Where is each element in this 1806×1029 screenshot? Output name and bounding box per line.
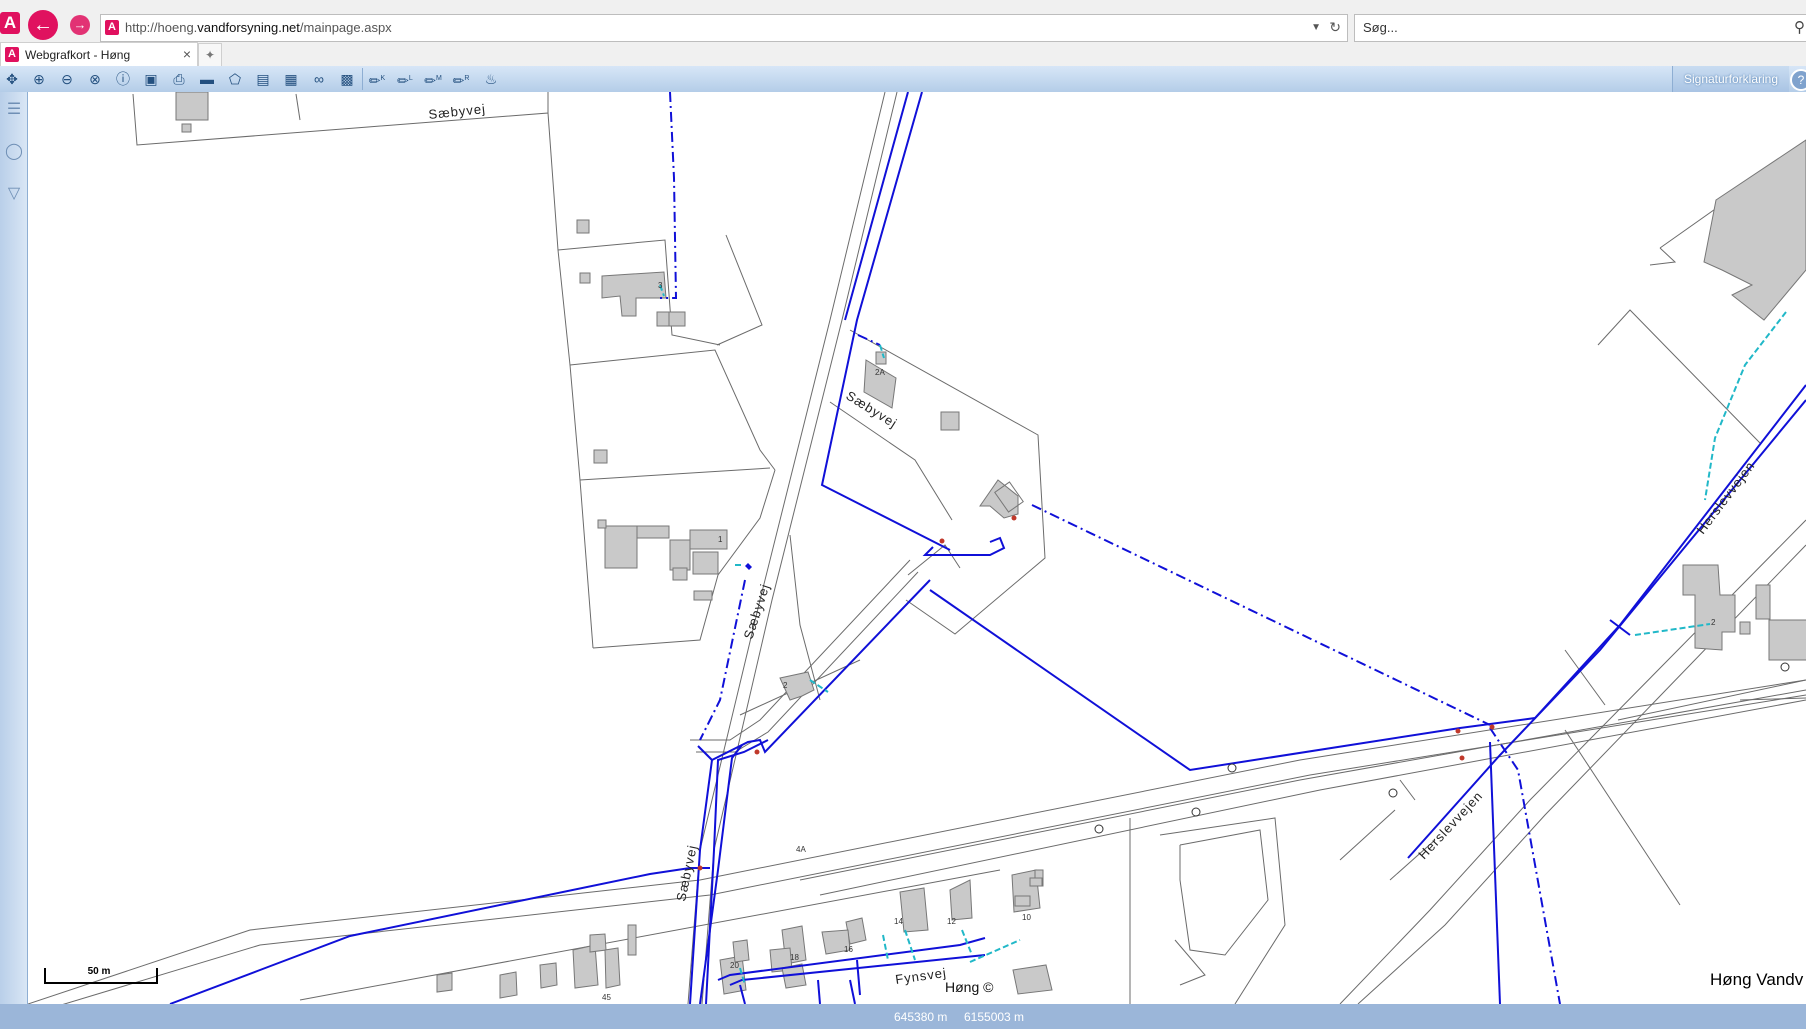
site-favicon-icon: A: [105, 20, 119, 35]
legend-button[interactable]: Signaturforklaring: [1672, 66, 1789, 92]
arrow-right-icon: →: [73, 17, 87, 32]
zoom-extent-icon[interactable]: ⊗: [84, 69, 106, 89]
save-icon[interactable]: ▦: [280, 69, 302, 89]
help-icon[interactable]: ?: [1790, 69, 1806, 91]
browser-logo-icon: A: [0, 12, 20, 34]
buildings: [175, 92, 1806, 999]
house-number: 18: [790, 953, 799, 962]
toolbar-separator: [362, 68, 363, 90]
pencil-k-icon[interactable]: ✏K: [366, 69, 388, 89]
road-label-fynsvej: Fynsvej: [894, 965, 947, 987]
pan-icon[interactable]: ✥: [1, 69, 23, 89]
back-button[interactable]: ←: [28, 10, 58, 40]
left-sidebar: ☰ ◯ ▽: [0, 92, 28, 1004]
service-lines: [659, 284, 1787, 986]
link-icon[interactable]: ∞: [308, 69, 330, 89]
house-number: 2: [1711, 618, 1716, 627]
browser-tab[interactable]: A Webgrafkort - Høng ×: [0, 42, 198, 67]
water-mains-dashdot: [660, 92, 1561, 1004]
search-icon[interactable]: ⚲: [1794, 18, 1805, 36]
dropdown-chevron-icon[interactable]: ▼: [1311, 22, 1321, 33]
measure-icon[interactable]: ▬: [196, 69, 218, 89]
print-icon[interactable]: ⎙: [168, 69, 190, 89]
map-toolbar: ✥ ⊕ ⊖ ⊗ ⓘ ▣ ⎙ ▬ ⬠ ▤ ▦ ∞ ▩ ✏K ✏L ✏M ✏R ♨: [0, 66, 1806, 93]
coordinate-x: 645380 m: [894, 1010, 948, 1024]
house-number: 1: [718, 535, 723, 544]
zoom-in-icon[interactable]: ⊕: [28, 69, 50, 89]
road-label-saebyvej-center: Sæbyvej: [741, 582, 773, 641]
select-icon[interactable]: ▣: [140, 69, 162, 89]
refresh-icon[interactable]: ↻: [1329, 19, 1341, 36]
clipboard-icon[interactable]: ▤: [252, 69, 274, 89]
close-icon[interactable]: ×: [183, 46, 191, 62]
arrow-left-icon: ←: [33, 14, 53, 36]
road-label-herslevvejen-top: Herslevvejen: [1693, 458, 1757, 537]
map-drawing: Sæbyvej Sæbyvej Sæbyvej Sæbyvej Herslevv…: [28, 92, 1806, 1004]
info-icon[interactable]: ⓘ: [112, 69, 134, 89]
house-number: 45: [602, 993, 611, 1002]
map-layer-icon[interactable]: ▩: [336, 69, 358, 89]
house-number: 16: [844, 945, 853, 954]
parcel-lines: [132, 92, 1806, 1004]
map-canvas[interactable]: Sæbyvej Sæbyvej Sæbyvej Sæbyvej Herslevv…: [28, 92, 1806, 1004]
new-tab-button[interactable]: ✦: [198, 43, 222, 67]
status-bar: 645380 m 6155003 m: [0, 1004, 1806, 1029]
pencil-r-icon[interactable]: ✏R: [450, 69, 472, 89]
house-number: 12: [947, 917, 956, 926]
new-tab-icon: ✦: [204, 48, 216, 62]
forward-button[interactable]: →: [70, 15, 90, 35]
polygon-icon[interactable]: ⬠: [224, 69, 246, 89]
url-text[interactable]: http://hoeng.vandforsyning.net/mainpage.…: [125, 20, 392, 35]
house-number: 2: [783, 681, 788, 690]
search-input[interactable]: Søg... ⚲: [1354, 14, 1806, 42]
copyright-label: Høng Vandv: [1710, 970, 1804, 989]
house-number: 4A: [796, 845, 806, 854]
pencil-l-icon[interactable]: ✏L: [394, 69, 416, 89]
hydrant-icon: [745, 563, 752, 570]
tab-title: Webgrafkort - Høng: [25, 48, 131, 62]
valves: [697, 515, 1495, 871]
zoom-out-icon[interactable]: ⊖: [56, 69, 78, 89]
filter-icon[interactable]: ▽: [3, 182, 25, 206]
road-label-saebyvej-bottom: Sæbyvej: [673, 843, 700, 902]
pencil-m-icon[interactable]: ✏M: [422, 69, 444, 89]
layers-icon[interactable]: ☰: [3, 98, 25, 122]
tab-favicon-icon: A: [5, 47, 19, 62]
wells: [1094, 662, 1790, 834]
house-number: 10: [1022, 913, 1031, 922]
water-tap-icon[interactable]: ♨: [480, 69, 502, 89]
house-number: 3: [658, 281, 663, 290]
road-label-herslevvejen-bottom: Herslevvejen: [1415, 788, 1485, 862]
house-number: 2A: [875, 368, 885, 377]
scale-label: 50 m: [87, 966, 111, 977]
house-number: 20: [730, 961, 739, 970]
binoculars-icon[interactable]: ◯: [3, 140, 25, 164]
town-label: Høng ©: [945, 979, 994, 995]
coordinate-y: 6155003 m: [964, 1010, 1025, 1024]
house-number: 14: [894, 917, 903, 926]
browser-chrome: A ← → A http://hoeng.vandforsyning.net/m…: [0, 0, 1806, 67]
water-mains: [169, 92, 1806, 1004]
address-bar[interactable]: A http://hoeng.vandforsyning.net/mainpag…: [100, 14, 1348, 42]
